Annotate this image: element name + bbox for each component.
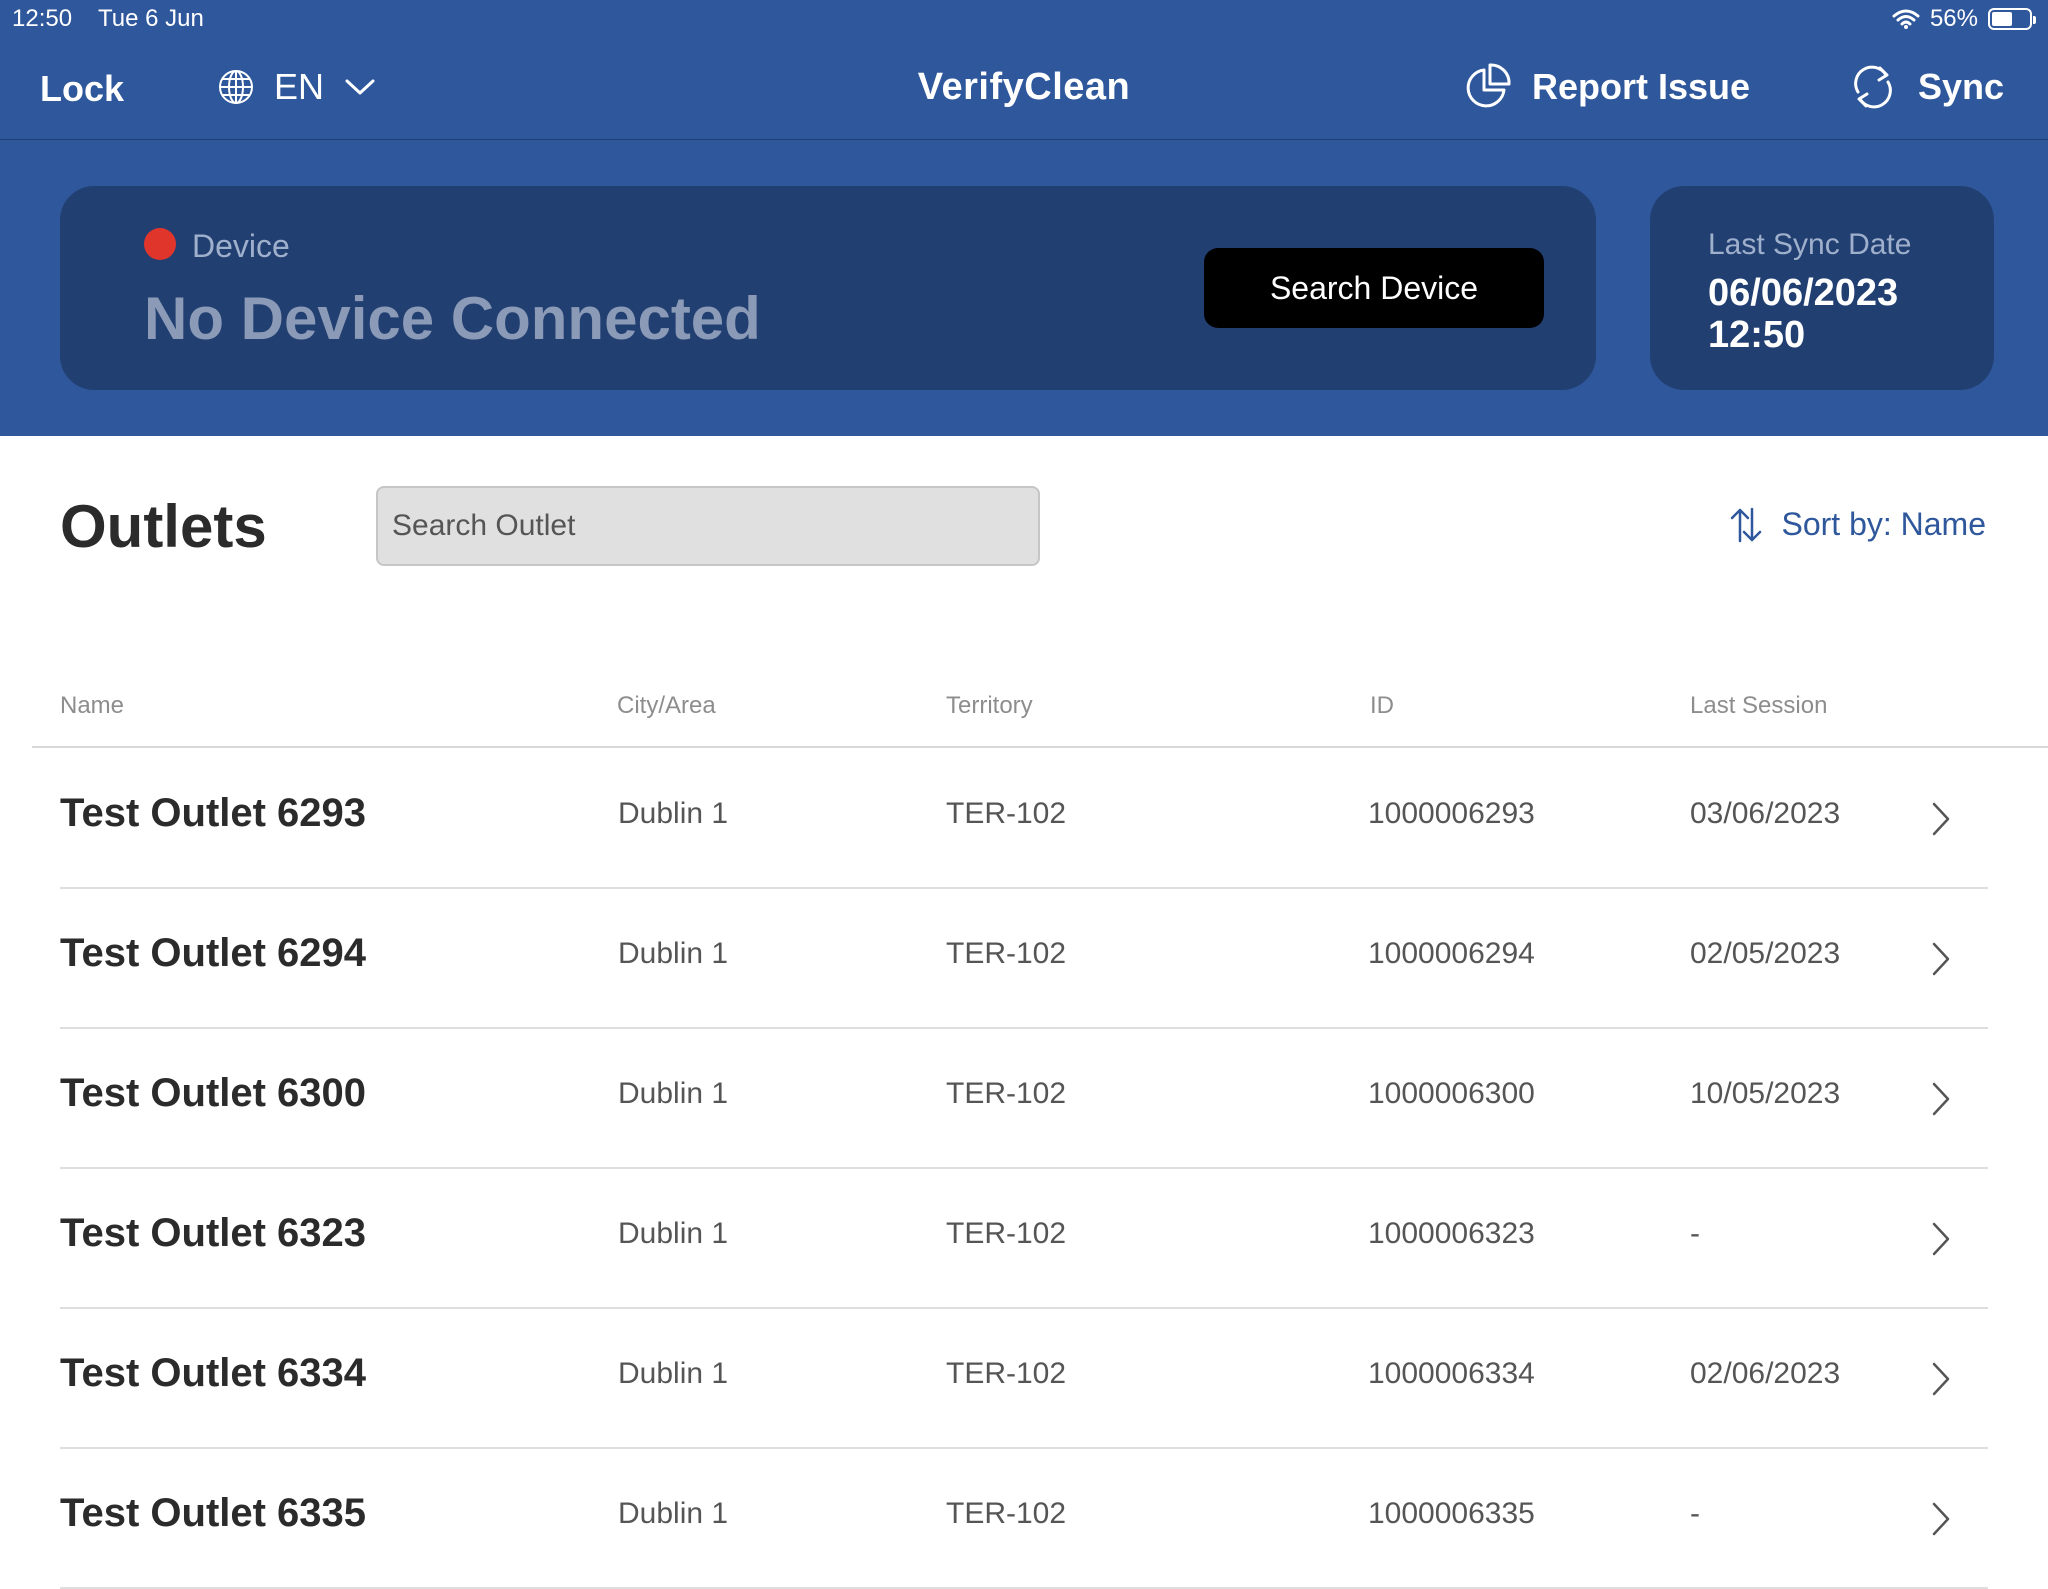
outlet-city: Dublin 1	[618, 1077, 729, 1110]
chevron-right-icon[interactable]	[1930, 1081, 1952, 1117]
status-time: 12:50	[12, 5, 73, 32]
sync-label: Sync	[1918, 66, 2005, 107]
last-sync-value: 06/06/2023 12:50	[1708, 272, 1898, 356]
last-sync-time: 12:50	[1708, 314, 1806, 356]
last-sync-label: Last Sync Date	[1708, 228, 1912, 261]
column-header-name[interactable]: Name	[60, 692, 124, 720]
outlet-id: 1000006323	[1368, 1217, 1535, 1250]
outlet-city: Dublin 1	[618, 1497, 729, 1530]
battery-icon	[1988, 8, 2036, 30]
outlet-city: Dublin 1	[618, 1217, 729, 1250]
outlet-last-session: -	[1690, 1497, 1700, 1530]
outlet-city: Dublin 1	[618, 797, 729, 830]
outlet-last-session: 02/05/2023	[1690, 937, 1841, 970]
status-bar: 12:50 Tue 6 Jun 56%	[0, 0, 2048, 36]
outlet-name: Test Outlet 6300	[60, 1071, 367, 1115]
outlet-name: Test Outlet 6293	[60, 791, 367, 835]
outlet-territory: TER-102	[946, 1497, 1067, 1530]
table-row[interactable]: Test Outlet 6300 Dublin 1 TER-102 100000630…	[60, 1029, 1988, 1169]
table-row[interactable]: Test Outlet 6334 Dublin 1 TER-102 100000633…	[60, 1309, 1988, 1449]
device-label: Device	[192, 228, 290, 264]
report-issue-label: Report Issue	[1532, 66, 1751, 107]
battery-tip	[2033, 16, 2036, 24]
outlet-city: Dublin 1	[618, 1357, 729, 1390]
table-row[interactable]: Test Outlet 6323 Dublin 1 TER-102 100000632…	[60, 1169, 1988, 1309]
chevron-right-icon[interactable]	[1930, 801, 1952, 837]
search-outlet-input[interactable]	[376, 486, 1040, 566]
device-status: No Device Connected	[144, 285, 761, 352]
outlet-territory: TER-102	[946, 1077, 1067, 1110]
table-row[interactable]: Test Outlet 6294 Dublin 1 TER-102 100000629…	[60, 889, 1988, 1029]
outlet-territory: TER-102	[946, 1217, 1067, 1250]
battery-level	[1992, 12, 2012, 26]
outlet-id: 1000006294	[1368, 937, 1535, 970]
outlet-id: 1000006334	[1368, 1357, 1535, 1390]
chevron-right-icon[interactable]	[1930, 1361, 1952, 1397]
column-header-last-session[interactable]: Last Session	[1690, 692, 1827, 720]
chevron-right-icon[interactable]	[1930, 941, 1952, 977]
sort-icon	[1731, 507, 1762, 542]
sync-button[interactable]: Sync	[1848, 62, 2004, 112]
outlet-id: 1000006335	[1368, 1497, 1535, 1530]
wifi-icon	[1892, 9, 1920, 29]
outlet-name: Test Outlet 6334	[60, 1351, 367, 1395]
outlet-name: Test Outlet 6294	[60, 931, 367, 975]
chevron-right-icon[interactable]	[1930, 1501, 1952, 1537]
column-header-city[interactable]: City/Area	[617, 692, 716, 720]
pie-chart-icon	[1466, 63, 1511, 108]
outlet-last-session: 03/06/2023	[1690, 797, 1841, 830]
device-status-indicator	[144, 228, 176, 260]
column-header-id[interactable]: ID	[1370, 692, 1394, 720]
outlet-last-session: -	[1690, 1217, 1700, 1250]
table-row[interactable]: Test Outlet 6335 Dublin 1 TER-102 100000633…	[60, 1449, 1988, 1589]
sort-label: Sort by: Name	[1781, 506, 1986, 542]
column-header-territory[interactable]: Territory	[946, 692, 1033, 720]
table-header: Name City/Area Territory ID Last Session	[32, 686, 2048, 748]
outlet-name: Test Outlet 6335	[60, 1491, 367, 1535]
outlet-territory: TER-102	[946, 937, 1067, 970]
battery-percent: 56%	[1929, 5, 1978, 32]
outlet-id: 1000006293	[1368, 797, 1535, 830]
device-card: Device No Device Connected Search Device	[60, 186, 1596, 390]
last-sync-date: 06/06/2023	[1708, 272, 1899, 314]
report-issue-button[interactable]: Report Issue	[1462, 62, 1750, 112]
page-title: Outlets	[60, 493, 267, 560]
outlet-name: Test Outlet 6323	[60, 1211, 367, 1255]
status-indicators: 56%	[1892, 5, 2036, 33]
outlet-last-session: 02/06/2023	[1690, 1357, 1841, 1390]
status-date: Tue 6 Jun	[98, 5, 204, 32]
last-sync-card: Last Sync Date 06/06/2023 12:50	[1650, 186, 1994, 390]
chevron-right-icon[interactable]	[1930, 1221, 1952, 1257]
outlet-territory: TER-102	[946, 797, 1067, 830]
search-device-button[interactable]: Search Device	[1204, 248, 1544, 328]
outlet-city: Dublin 1	[618, 937, 729, 970]
outlet-id: 1000006300	[1368, 1077, 1535, 1110]
sort-button[interactable]: Sort by: Name	[1729, 506, 1986, 543]
table-row[interactable]: Test Outlet 6293 Dublin 1 TER-102 100000629…	[60, 749, 1988, 889]
outlet-territory: TER-102	[946, 1357, 1067, 1390]
sync-icon	[1854, 65, 1892, 109]
outlet-last-session: 10/05/2023	[1690, 1077, 1841, 1110]
navigation-bar: Lock EN VerifyClean Report Issue Sync	[0, 36, 2048, 140]
